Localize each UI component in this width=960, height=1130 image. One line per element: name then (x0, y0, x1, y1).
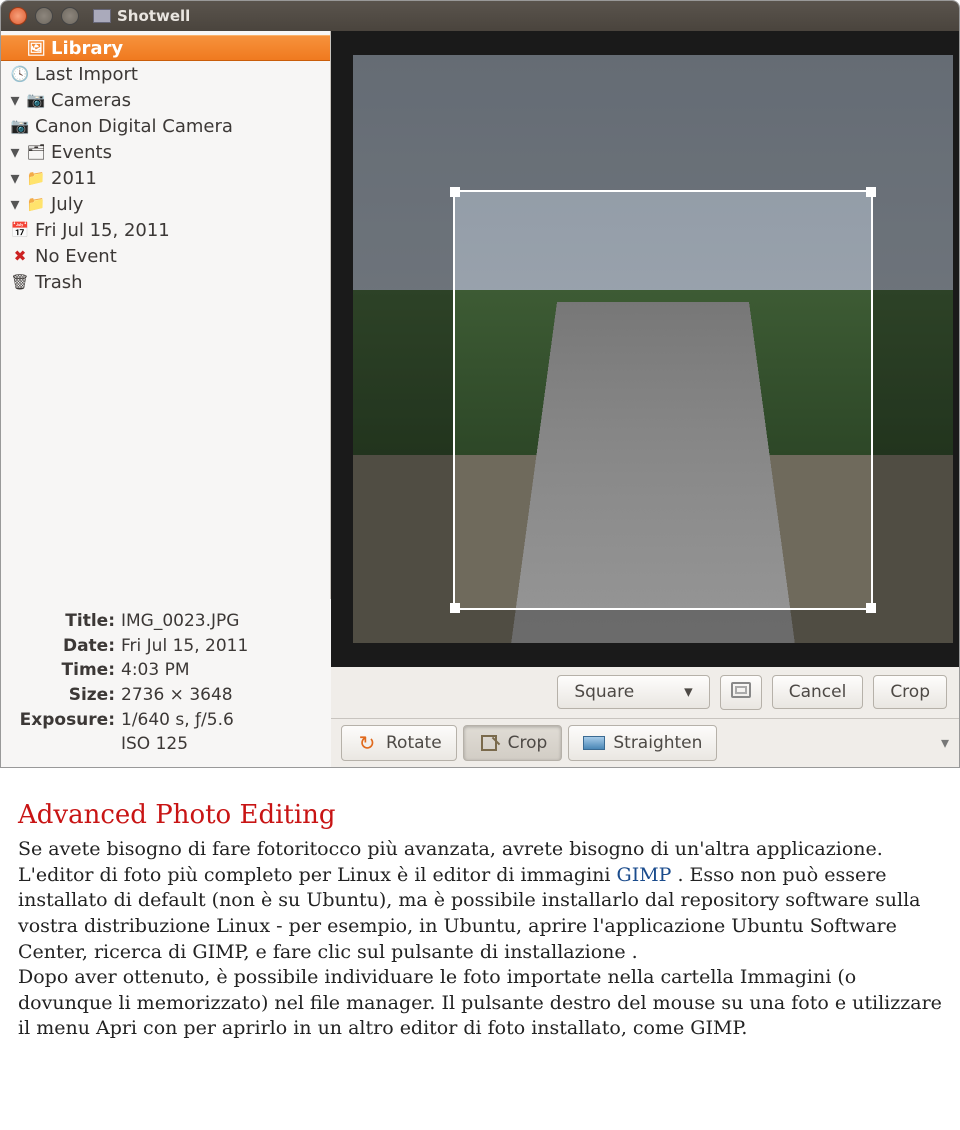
meta-iso-value: ISO 125 (121, 732, 188, 757)
crop-toolbar: Square ▾ Cancel Crop (331, 667, 959, 718)
folder-icon: 📁 (25, 195, 47, 213)
sidebar-item-no-event[interactable]: ✖ No Event (1, 243, 330, 269)
meta-size-label: Size: (15, 683, 115, 708)
window-title: Shotwell (117, 7, 190, 25)
meta-title-label: Title: (15, 609, 115, 634)
sidebar-item-label: Last Import (35, 64, 138, 85)
straighten-icon (583, 732, 605, 754)
events-icon: 🗂 (25, 143, 47, 161)
crop-icon (478, 732, 500, 754)
sidebar: 🖼 Library 🕓 Last Import ▾ 📷 Cameras 📷 Ca… (1, 31, 331, 599)
sidebar-item-date[interactable]: 📅 Fri Jul 15, 2011 (1, 217, 330, 243)
trash-icon: 🗑 (9, 273, 31, 291)
sidebar-item-label: Canon Digital Camera (35, 116, 233, 137)
article-paragraph: Se avete bisogno di fare fotoritocco più… (18, 837, 942, 965)
crop-selection[interactable] (453, 190, 873, 610)
rotate-icon: ↻ (356, 732, 378, 754)
close-icon[interactable] (9, 7, 27, 25)
sidebar-item-events[interactable]: ▾ 🗂 Events (1, 139, 330, 165)
meta-date-label: Date: (15, 634, 115, 659)
pivot-button[interactable] (720, 675, 762, 710)
sidebar-item-label: Cameras (51, 90, 131, 111)
straighten-tool[interactable]: Straighten (568, 725, 717, 761)
article-heading: Advanced Photo Editing (18, 798, 942, 833)
sidebar-item-camera[interactable]: 📷 Canon Digital Camera (1, 113, 330, 139)
shotwell-window: Shotwell 🖼 Library 🕓 Last Import ▾ 📷 Ca (0, 0, 960, 768)
meta-time-label: Time: (15, 658, 115, 683)
shotwell-app-icon (93, 9, 111, 23)
camera-icon: 📷 (25, 91, 47, 109)
crop-tool[interactable]: Crop (463, 725, 563, 761)
meta-exposure-value: 1/640 s, ƒ/5.6 (121, 708, 234, 733)
gimp-link[interactable]: GIMP (617, 864, 672, 886)
meta-exposure-label: Exposure: (15, 708, 115, 733)
minimize-icon[interactable] (35, 7, 53, 25)
toolbar-overflow-icon[interactable]: ▾ (941, 733, 949, 752)
last-import-icon: 🕓 (9, 65, 31, 83)
library-icon: 🖼 (25, 39, 47, 57)
sidebar-item-label: July (51, 194, 83, 215)
article-body: Advanced Photo Editing Se avete bisogno … (0, 798, 960, 1072)
titlebar[interactable]: Shotwell (1, 1, 959, 31)
sidebar-item-label: 2011 (51, 168, 97, 189)
article-paragraph: Dopo aver ottenuto, è possibile individu… (18, 965, 942, 1042)
crop-confirm-button[interactable]: Crop (873, 675, 947, 709)
metadata-panel: Title:IMG_0023.JPG Date:Fri Jul 15, 2011… (1, 599, 331, 767)
aspect-ratio-label: Square (574, 682, 634, 702)
folder-icon: 📁 (25, 169, 47, 187)
sidebar-item-label: Fri Jul 15, 2011 (35, 220, 170, 241)
chevron-down-icon[interactable]: ▾ (9, 168, 21, 189)
rotate-tool[interactable]: ↻ Rotate (341, 725, 457, 761)
meta-size-value: 2736 × 3648 (121, 683, 233, 708)
camera-icon: 📷 (9, 117, 31, 135)
sidebar-item-label: Library (51, 38, 123, 59)
calendar-icon: 📅 (9, 221, 31, 239)
sidebar-item-month[interactable]: ▾ 📁 July (1, 191, 330, 217)
meta-date-value: Fri Jul 15, 2011 (121, 634, 248, 659)
bottom-toolbar: ↻ Rotate Crop Straighten ▾ (331, 718, 959, 767)
maximize-icon[interactable] (61, 7, 79, 25)
sidebar-item-label: Trash (35, 272, 83, 293)
sidebar-item-cameras[interactable]: ▾ 📷 Cameras (1, 87, 330, 113)
chevron-down-icon[interactable]: ▾ (9, 194, 21, 215)
photo-viewer: Square ▾ Cancel Crop ↻ Rotate (331, 31, 959, 767)
photo-canvas[interactable] (331, 31, 959, 667)
chevron-down-icon: ▾ (684, 682, 693, 702)
chevron-down-icon[interactable]: ▾ (9, 90, 21, 111)
sidebar-item-label: No Event (35, 246, 117, 267)
cancel-button[interactable]: Cancel (772, 675, 864, 709)
pivot-icon (731, 682, 751, 698)
meta-time-value: 4:03 PM (121, 658, 190, 683)
sidebar-item-library[interactable]: 🖼 Library (1, 35, 330, 61)
sidebar-item-label: Events (51, 142, 112, 163)
sidebar-item-trash[interactable]: 🗑 Trash (1, 269, 330, 295)
sidebar-item-year[interactable]: ▾ 📁 2011 (1, 165, 330, 191)
meta-title-value: IMG_0023.JPG (121, 609, 239, 634)
sidebar-item-last-import[interactable]: 🕓 Last Import (1, 61, 330, 87)
aspect-ratio-dropdown[interactable]: Square ▾ (557, 675, 709, 709)
no-event-icon: ✖ (9, 247, 31, 265)
chevron-down-icon[interactable]: ▾ (9, 142, 21, 163)
